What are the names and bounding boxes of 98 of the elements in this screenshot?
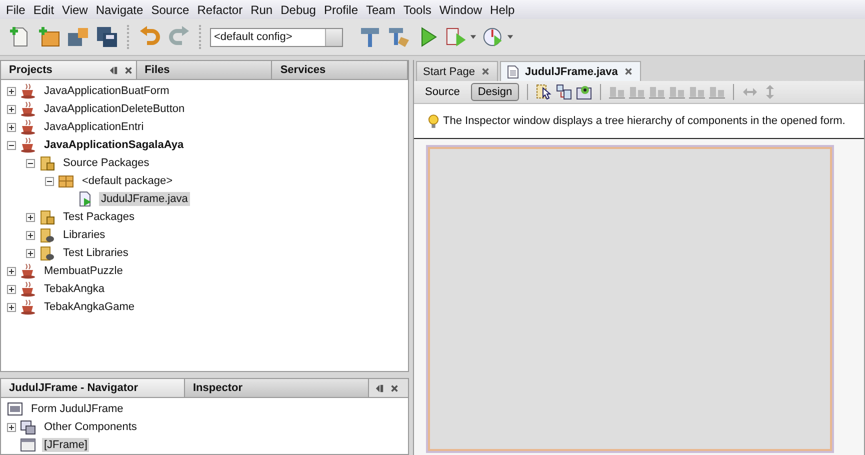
tree-item[interactable]: Test Libraries bbox=[61, 246, 130, 260]
editor-tab[interactable]: Start Page bbox=[416, 61, 498, 81]
document-icon bbox=[506, 64, 519, 78]
menu-item[interactable]: Source bbox=[147, 2, 194, 16]
hint-text: The Inspector window displays a tree hierarchy of components in the opened form. bbox=[443, 115, 846, 127]
tree-item[interactable]: Other Components bbox=[42, 420, 139, 434]
align-icon bbox=[649, 84, 666, 100]
expand-toggle[interactable] bbox=[26, 212, 35, 222]
menu-item[interactable]: View bbox=[58, 2, 92, 16]
close-icon[interactable] bbox=[624, 67, 633, 76]
save-all-icon[interactable] bbox=[95, 25, 119, 49]
cup-icon bbox=[20, 299, 36, 315]
panel-tab[interactable]: Projects bbox=[1, 61, 137, 79]
expand-toggle[interactable] bbox=[7, 86, 16, 96]
debug-icon[interactable] bbox=[445, 25, 477, 49]
expand-toggle[interactable] bbox=[7, 140, 16, 150]
tab-label: Inspector bbox=[193, 382, 244, 394]
menu-item[interactable]: Edit bbox=[29, 2, 58, 16]
menu-item[interactable]: File bbox=[2, 2, 30, 16]
tab-label: Services bbox=[280, 64, 327, 76]
menu-item[interactable]: Run bbox=[246, 2, 277, 16]
expand-toggle[interactable] bbox=[7, 104, 16, 114]
profile-icon[interactable] bbox=[482, 25, 514, 49]
align-icon bbox=[609, 84, 626, 100]
connection-mode-icon[interactable] bbox=[556, 84, 572, 100]
align-icon bbox=[689, 84, 706, 100]
close-icon[interactable] bbox=[124, 66, 133, 74]
panel-tab[interactable]: Inspector bbox=[185, 379, 369, 397]
package-icon bbox=[58, 173, 74, 189]
menu-item[interactable]: Team bbox=[362, 2, 400, 16]
tree-item[interactable]: Test Packages bbox=[61, 210, 137, 224]
expand-toggle[interactable] bbox=[7, 284, 16, 294]
tree-item[interactable]: MembuatPuzzle bbox=[42, 264, 125, 278]
tree-item[interactable]: TebakAngka bbox=[42, 282, 107, 296]
tab-label: Start Page bbox=[423, 66, 475, 78]
tab-label: Projects bbox=[9, 64, 54, 76]
view-button[interactable]: Source bbox=[418, 83, 467, 101]
minimize-icon[interactable] bbox=[375, 384, 384, 392]
expand-toggle[interactable] bbox=[7, 302, 16, 312]
menu-item[interactable]: Help bbox=[486, 2, 519, 16]
components-icon bbox=[20, 419, 36, 435]
package-folder-icon bbox=[39, 209, 55, 225]
expand-toggle[interactable] bbox=[7, 122, 16, 132]
tree-item[interactable]: Source Packages bbox=[61, 156, 152, 170]
align-icon bbox=[709, 84, 726, 100]
cup-icon bbox=[20, 83, 36, 99]
selection-mode-icon[interactable] bbox=[536, 84, 552, 100]
close-icon[interactable] bbox=[390, 384, 399, 392]
align-icon bbox=[669, 84, 686, 100]
view-button[interactable]: Design bbox=[470, 83, 520, 101]
expand-toggle[interactable] bbox=[45, 176, 54, 186]
tree-item[interactable]: TebakAngkaGame bbox=[42, 300, 136, 314]
tab-label: JudulJFrame - Navigator bbox=[9, 382, 139, 394]
tree-item[interactable]: JavaApplicationDeleteButton bbox=[42, 102, 187, 116]
tree-item[interactable]: JavaApplicationBuatForm bbox=[42, 84, 172, 98]
panel-tab[interactable]: Files bbox=[136, 61, 272, 79]
library-folder-icon bbox=[39, 245, 55, 261]
tree-item[interactable]: JavaApplicationEntri bbox=[42, 120, 146, 134]
menu-item[interactable]: Profile bbox=[320, 2, 362, 16]
panel-tab[interactable]: Services bbox=[272, 61, 408, 79]
lightbulb-icon bbox=[428, 114, 439, 128]
tree-item[interactable]: Libraries bbox=[61, 228, 108, 242]
panel-tab[interactable]: JudulJFrame - Navigator bbox=[1, 379, 185, 397]
tree-item[interactable]: [JFrame] bbox=[42, 438, 90, 452]
close-icon[interactable] bbox=[480, 67, 490, 76]
tree-item[interactable]: Form JudulJFrame bbox=[29, 402, 126, 416]
align-icon bbox=[629, 84, 646, 100]
preview-icon[interactable] bbox=[576, 84, 592, 100]
tab-label: Files bbox=[144, 64, 171, 76]
cup-icon bbox=[20, 101, 36, 117]
tree-item[interactable]: JavaApplicationSagalaAya bbox=[42, 138, 408, 152]
cup-icon bbox=[20, 119, 36, 135]
hammer-icon[interactable] bbox=[358, 25, 382, 49]
expand-toggle[interactable] bbox=[7, 266, 16, 276]
frame-icon bbox=[20, 437, 36, 453]
package-folder-icon bbox=[39, 155, 55, 171]
expand-toggle[interactable] bbox=[26, 158, 35, 168]
menu-item[interactable]: Navigate bbox=[92, 2, 148, 16]
java-file-icon bbox=[77, 191, 93, 207]
menu-item[interactable]: Refactor bbox=[193, 2, 247, 16]
menu-item[interactable]: Debug bbox=[276, 2, 320, 16]
minimize-icon[interactable] bbox=[108, 66, 118, 74]
expand-toggle[interactable] bbox=[26, 248, 35, 258]
menu-item[interactable]: Window bbox=[435, 2, 486, 16]
cup-icon bbox=[20, 263, 36, 279]
tree-item[interactable]: JudulJFrame.java bbox=[99, 192, 190, 206]
cup-icon bbox=[20, 137, 36, 153]
expand-toggle[interactable] bbox=[7, 422, 16, 432]
library-folder-icon bbox=[39, 227, 55, 243]
form-icon bbox=[7, 401, 23, 417]
cup-icon bbox=[20, 281, 36, 297]
editor-tab[interactable]: JudulJFrame.java bbox=[500, 61, 641, 81]
config-dropdown[interactable]: <default config> bbox=[210, 28, 343, 46]
tab-label: JudulJFrame.java bbox=[524, 66, 618, 78]
tree-item[interactable]: <default package> bbox=[80, 174, 175, 188]
menu-item[interactable]: Tools bbox=[399, 2, 436, 16]
expand-toggle[interactable] bbox=[26, 230, 35, 240]
new-project-icon[interactable] bbox=[37, 25, 61, 49]
